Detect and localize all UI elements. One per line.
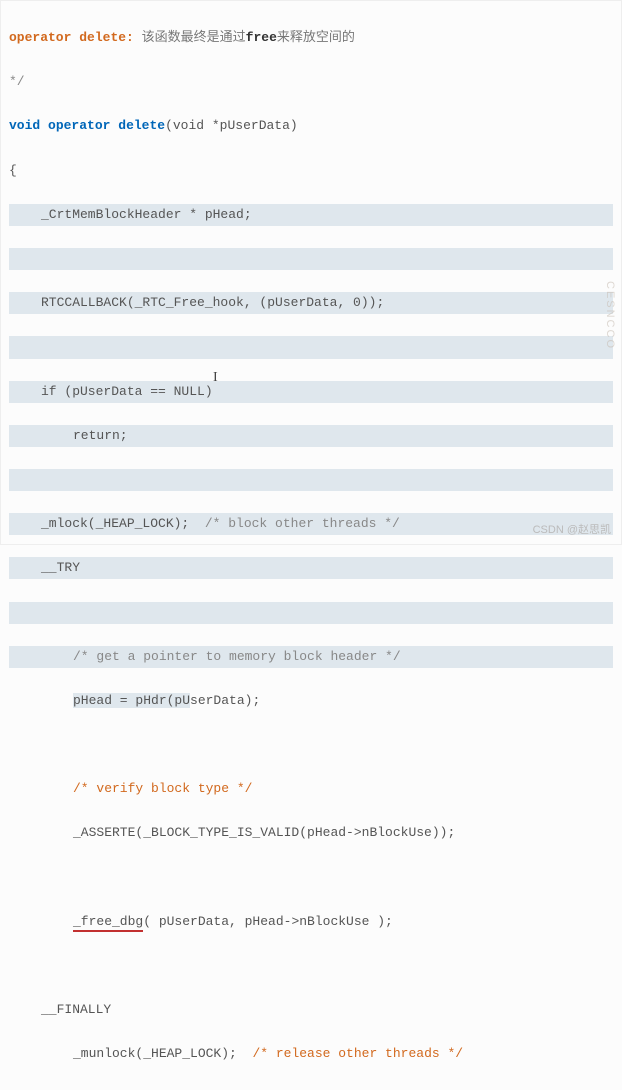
endtry-line: __END_TRY_FINALLY bbox=[9, 1088, 613, 1090]
get-ptr-comment: /* get a pointer to memory block header … bbox=[9, 646, 613, 668]
free-dbg: _free_dbg bbox=[73, 914, 143, 932]
block-comment: /* block other threads */ bbox=[205, 516, 400, 531]
rtc-line: RTCCALLBACK(_RTC_Free_hook, (pUserData, … bbox=[9, 292, 613, 314]
kw-delete2: delete bbox=[118, 118, 165, 133]
kw-void: void bbox=[9, 118, 40, 133]
assert-line: _ASSERTE(_BLOCK_TYPE_IS_VALID(pHead->nBl… bbox=[9, 822, 613, 844]
finally-line: __FINALLY bbox=[9, 999, 613, 1021]
comment-desc: 该函数最终是通过 bbox=[142, 30, 246, 45]
kw-free: free bbox=[246, 30, 277, 45]
try-line: __TRY bbox=[9, 557, 613, 579]
verify-comment: /* verify block type */ bbox=[9, 778, 613, 800]
mlock: _mlock(_HEAP_LOCK); bbox=[41, 516, 205, 531]
text-cursor-icon: I bbox=[213, 366, 218, 390]
comment-close: */ bbox=[9, 71, 613, 93]
footer-watermark: CSDN @赵思凯 bbox=[533, 521, 611, 540]
comment-desc2: 来释放空间的 bbox=[277, 30, 355, 45]
kw-operator2: operator bbox=[48, 118, 110, 133]
brace-open: { bbox=[9, 160, 613, 182]
phead-end: ); bbox=[245, 693, 261, 708]
sig-params: (void *pUserData) bbox=[165, 118, 298, 133]
kw-operator: operator bbox=[9, 30, 71, 45]
decl-line: _CrtMemBlockHeader * pHead; bbox=[9, 204, 613, 226]
phead-rest: serData bbox=[190, 693, 245, 708]
release-comment: /* release other threads */ bbox=[252, 1046, 463, 1061]
free-dbg-args: ( pUserData, pHead->nBlockUse ); bbox=[143, 914, 393, 929]
return1: return; bbox=[9, 425, 613, 447]
code-block: operator delete: 该函数最终是通过free来释放空间的 */ v… bbox=[1, 1, 621, 1090]
phead-sel1: pHead = pHdr(pU bbox=[73, 693, 190, 708]
munlock: _munlock(_HEAP_LOCK); bbox=[73, 1046, 252, 1061]
side-watermark: CESNCCO bbox=[600, 281, 619, 350]
kw-delete: delete: bbox=[79, 30, 134, 45]
if-line: if (pUserData == NULL) bbox=[9, 381, 613, 403]
